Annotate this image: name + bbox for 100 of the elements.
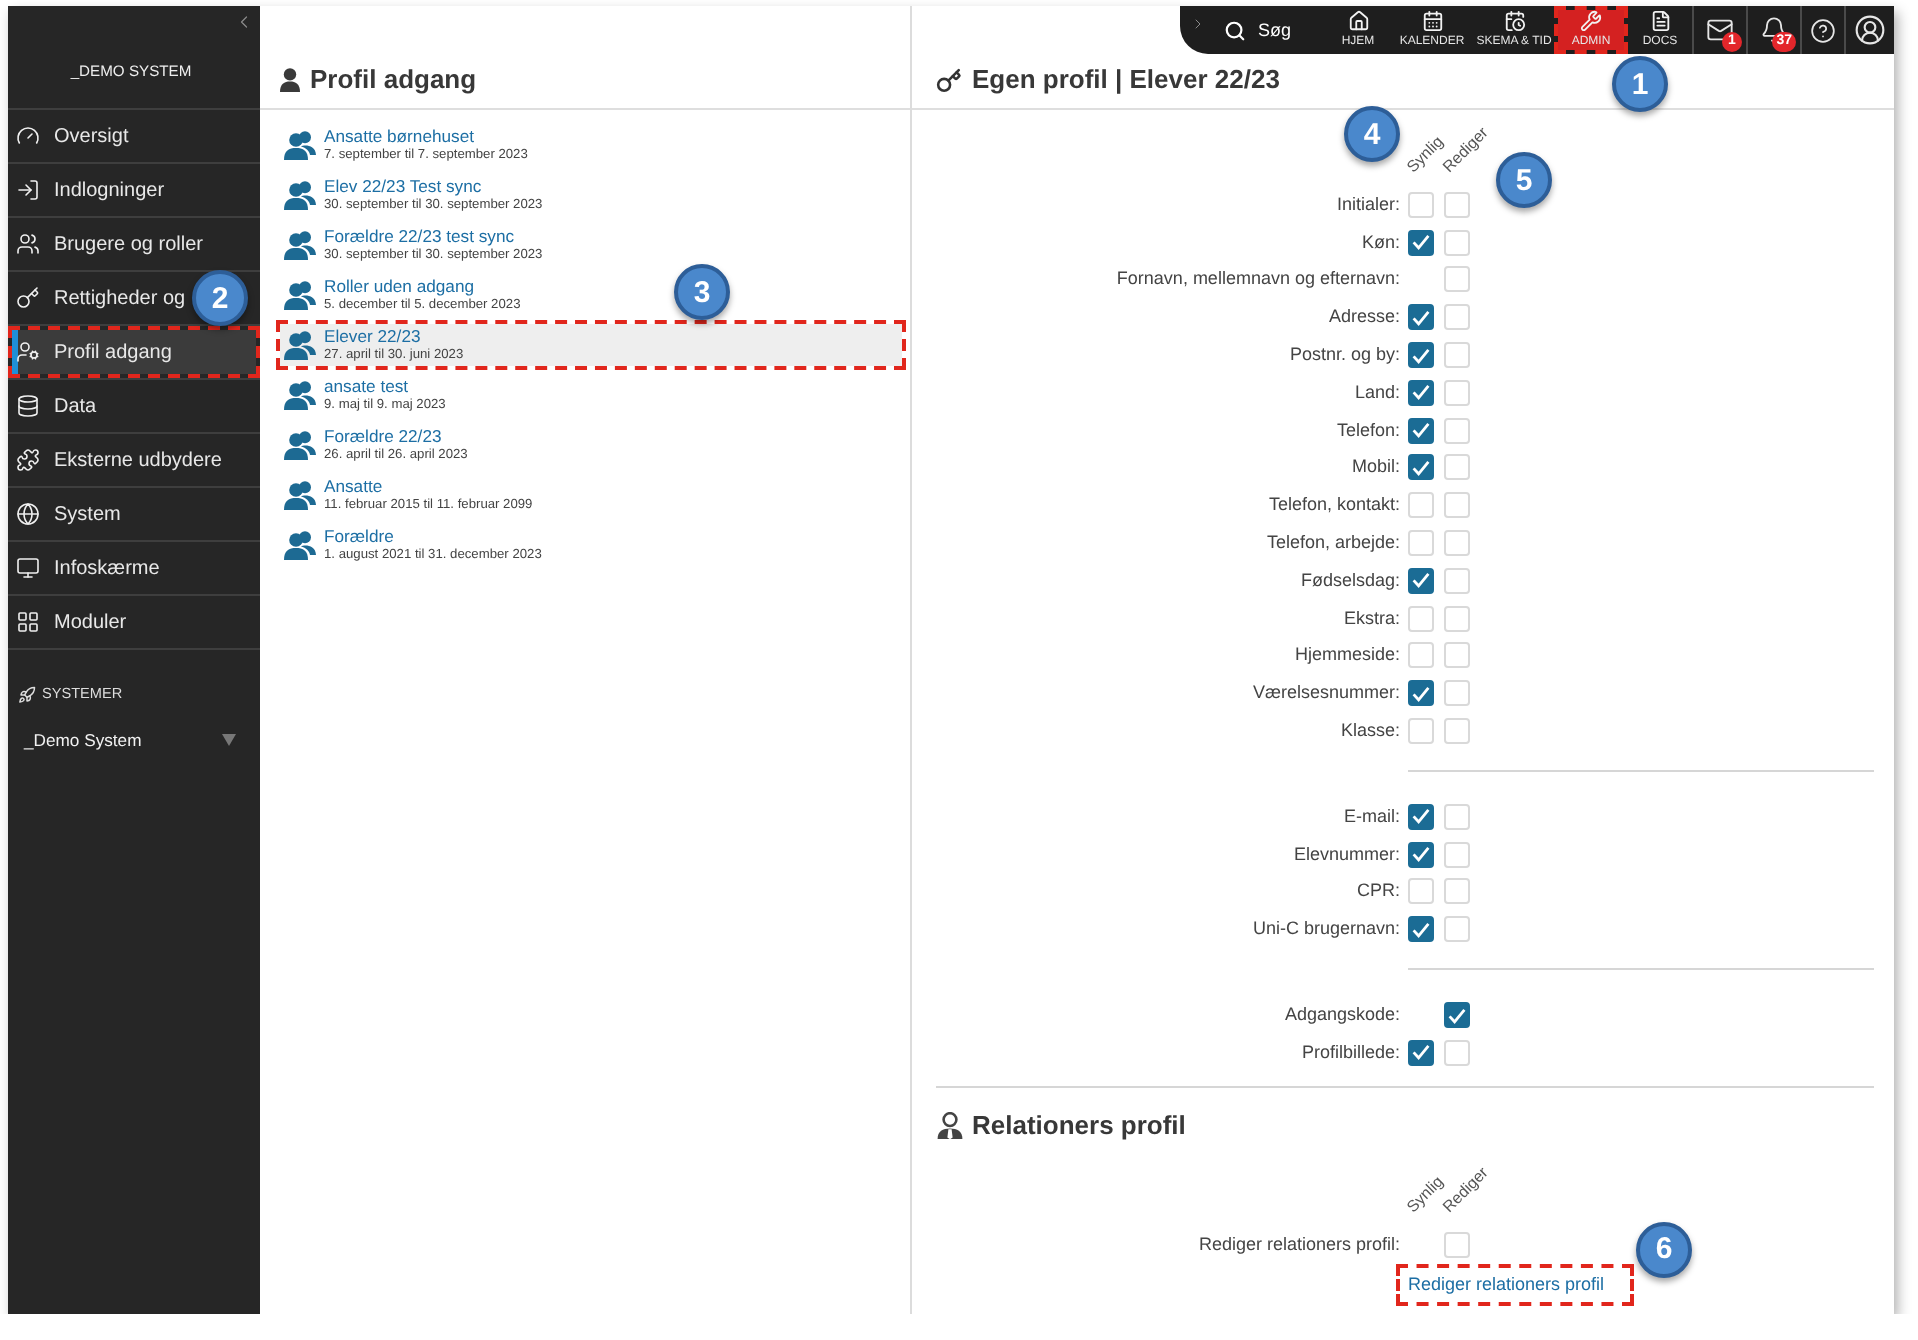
field-label: Adresse: <box>1326 306 1402 329</box>
field-label: Telefon, kontakt: <box>1266 494 1402 517</box>
checkmark-icon <box>1412 459 1430 476</box>
caret-down-icon <box>222 734 236 746</box>
field-label: Ekstra: <box>1341 607 1402 630</box>
field-label: Rediger relationers profil: <box>1196 1233 1402 1256</box>
callout-badge: 5 <box>1496 152 1552 208</box>
sidebar-item[interactable]: Infoskærme <box>8 542 160 594</box>
people-icon <box>284 430 316 460</box>
monitor-icon <box>16 556 40 580</box>
field-label: Mobil: <box>1349 456 1402 479</box>
field-label: Hjemmeside: <box>1292 644 1402 667</box>
sidebar-item[interactable]: Data <box>8 380 97 432</box>
field-label: Land: <box>1352 381 1402 404</box>
mail-icon <box>1706 16 1734 44</box>
people-icon <box>284 380 316 410</box>
people-icon <box>284 180 316 210</box>
calendar-clock-icon <box>1503 10 1525 32</box>
field-label: Uni-C brugernavn: <box>1250 918 1402 941</box>
people-icon <box>284 480 316 510</box>
people-icon <box>284 130 316 160</box>
profile-name: Forældre 22/23 <box>324 426 444 448</box>
checkbox[interactable] <box>1408 841 1434 868</box>
sidebar-item[interactable]: System <box>8 488 121 540</box>
sidebar-item[interactable]: Profil adgang <box>8 326 260 378</box>
checkbox[interactable] <box>1408 680 1434 707</box>
field-label: Værelsesnummer: <box>1250 682 1402 705</box>
profile-name: Forældre <box>324 526 396 548</box>
document-icon <box>1649 10 1671 32</box>
key-icon <box>936 67 962 93</box>
key-icon <box>16 286 40 310</box>
globe-icon <box>16 502 40 526</box>
checkbox[interactable] <box>1408 342 1434 369</box>
puzzle-icon <box>16 448 40 472</box>
checkmark-icon <box>1412 1044 1430 1061</box>
checkbox[interactable] <box>1408 417 1434 444</box>
login-icon <box>16 178 40 202</box>
checkbox[interactable] <box>1408 304 1434 331</box>
field-label: E-mail: <box>1341 805 1402 828</box>
panel-title: Egen profil | Elever 22/23 <box>972 64 1280 96</box>
checkbox[interactable] <box>1408 567 1434 594</box>
chevron-right-icon[interactable] <box>1190 16 1206 32</box>
profile-name: Elev 22/23 Test sync <box>324 176 484 198</box>
checkmark-icon <box>1412 685 1430 702</box>
checkmark-icon <box>1412 808 1430 825</box>
checkmark-icon <box>1412 572 1430 589</box>
people-icon <box>284 280 316 310</box>
field-label: Postnr. og by: <box>1287 344 1402 367</box>
checkmark-icon <box>1412 347 1430 364</box>
people-icon <box>284 330 316 360</box>
user-gear-icon <box>16 340 40 364</box>
calendar-icon <box>1421 10 1443 32</box>
rocket-icon <box>18 685 36 703</box>
checkbox[interactable] <box>1444 1002 1470 1029</box>
profile-name: Elever 22/23 <box>324 326 423 348</box>
checkmark-icon <box>1412 384 1430 401</box>
checkmark-icon <box>1412 422 1430 439</box>
system-dropdown[interactable]: _Demo System <box>8 726 260 754</box>
people-icon <box>284 230 316 260</box>
search-button[interactable]: Søg <box>1216 6 1326 54</box>
checkbox[interactable] <box>1408 229 1434 256</box>
sidebar-item[interactable]: Oversigt <box>8 110 129 162</box>
sidebar-item[interactable]: Brugere og roller <box>8 218 203 270</box>
checkbox[interactable] <box>1408 454 1434 481</box>
user-icon <box>936 1111 964 1140</box>
sidebar-item[interactable]: Rettigheder og <box>8 272 186 324</box>
field-label: Adgangskode: <box>1282 1004 1402 1027</box>
callout-badge: 1 <box>1612 56 1668 112</box>
sidebar-item[interactable]: Indlogninger <box>8 164 165 216</box>
checkbox[interactable] <box>1408 1039 1434 1066</box>
checkbox[interactable] <box>1408 803 1434 830</box>
profile-name: Ansatte <box>324 476 385 498</box>
field-label: Fornavn, mellemnavn og efternavn: <box>1114 268 1402 291</box>
field-label: Klasse: <box>1338 720 1402 743</box>
checkmark-icon <box>1412 234 1430 251</box>
users-icon <box>16 232 40 256</box>
help-icon <box>1810 17 1836 43</box>
user-icon <box>280 68 300 92</box>
checkmark-icon <box>1412 921 1430 938</box>
section-heading: Relationers profil <box>972 1109 1186 1142</box>
field-label: Profilbillede: <box>1299 1041 1402 1064</box>
field-label: Fødselsdag: <box>1298 569 1402 592</box>
sidebar-item[interactable]: Eksterne udbydere <box>8 434 222 486</box>
field-label: Telefon, arbejde: <box>1264 532 1402 555</box>
database-icon <box>16 394 40 418</box>
user-avatar-icon <box>1854 14 1886 46</box>
relations-profile-link[interactable]: Rediger relationers profil <box>1396 1263 1635 1306</box>
gauge-icon <box>16 124 40 148</box>
profile-name: Roller uden adgang <box>324 276 477 298</box>
checkbox[interactable] <box>1408 916 1434 943</box>
callout-badge: 3 <box>674 264 730 320</box>
checkbox[interactable] <box>1408 379 1434 406</box>
callout-badge: 4 <box>1344 106 1400 162</box>
checkmark-icon <box>1412 846 1430 863</box>
field-label: CPR: <box>1354 880 1402 903</box>
people-icon <box>284 530 316 560</box>
field-label: Telefon: <box>1334 419 1402 442</box>
sidebar-item[interactable]: Moduler <box>8 596 127 648</box>
callout-badge: 2 <box>192 270 248 326</box>
field-label: Elevnummer: <box>1291 843 1402 866</box>
